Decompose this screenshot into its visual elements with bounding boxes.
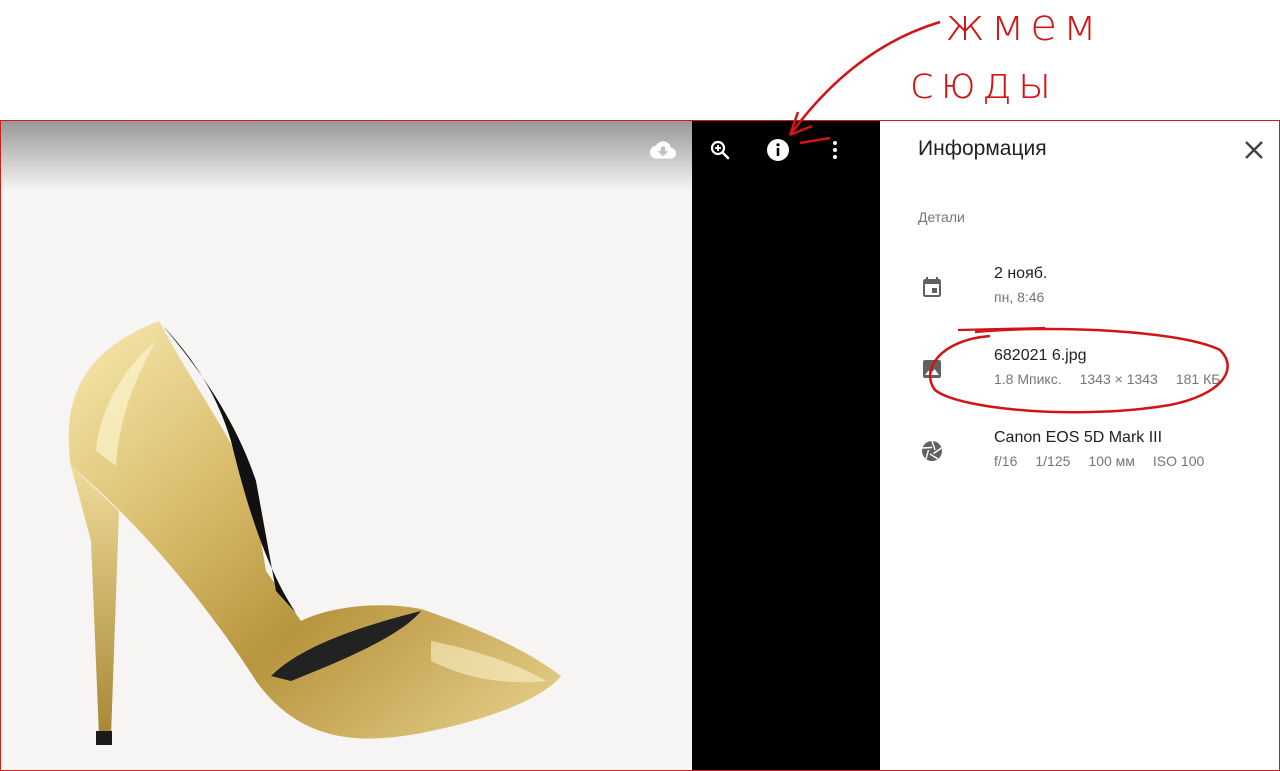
zoom-button[interactable]	[704, 134, 736, 166]
panel-title: Информация	[918, 137, 1047, 160]
close-icon	[1245, 141, 1263, 159]
toolbar-gradient	[1, 121, 880, 191]
photo	[1, 121, 692, 770]
file-details: 1.8 Мпикс. 1343 × 1343 181 КБ	[994, 371, 1238, 387]
close-button[interactable]	[1241, 137, 1267, 163]
aperture-icon	[922, 440, 942, 461]
details-section-label: Детали	[918, 209, 965, 225]
more-vert-icon	[833, 141, 837, 159]
photo-viewer-screenshot: Информация Детали 2 нояб. пн, 8:46 68202…	[0, 120, 1280, 771]
more-options-button[interactable]	[819, 134, 851, 166]
cloud-download-icon	[650, 141, 676, 159]
camera-model: Canon EOS 5D Mark III	[994, 429, 1163, 446]
annotation-text-line2: сюды	[910, 58, 1058, 109]
info-panel: Информация Детали 2 нояб. пн, 8:46 68202…	[880, 121, 1279, 770]
camera-settings: f/16 1/125 100 мм ISO 100	[994, 453, 1222, 469]
date-row: 2 нояб. пн, 8:46	[880, 265, 1279, 315]
camera-iso: ISO 100	[1152, 453, 1205, 469]
image-icon	[923, 360, 941, 378]
camera-row: Canon EOS 5D Mark III f/16 1/125 100 мм ISO…	[880, 429, 1279, 479]
info-button[interactable]	[762, 134, 794, 166]
file-row: 682021 6.jpg 1.8 Мпикс. 1343 × 1343 181 КБ	[880, 347, 1279, 397]
date-secondary: пн, 8:46	[994, 289, 1045, 305]
file-dimensions: 1343 × 1343	[1079, 371, 1158, 387]
camera-focal: 100 мм	[1088, 453, 1135, 469]
calendar-icon	[923, 277, 941, 297]
zoom-in-icon	[710, 140, 730, 160]
file-megapixels: 1.8 Мпикс.	[994, 371, 1062, 387]
photo-viewer	[1, 121, 880, 770]
camera-aperture: f/16	[994, 453, 1018, 469]
camera-shutter: 1/125	[1035, 453, 1071, 469]
info-icon	[767, 139, 789, 161]
gold-shoe-image	[68, 321, 561, 745]
file-name: 682021 6.jpg	[994, 347, 1087, 364]
download-button[interactable]	[647, 134, 679, 166]
annotation-text-line1: жмем	[945, 0, 1103, 51]
date-primary: 2 нояб.	[994, 265, 1048, 282]
file-size: 181 КБ	[1175, 371, 1221, 387]
